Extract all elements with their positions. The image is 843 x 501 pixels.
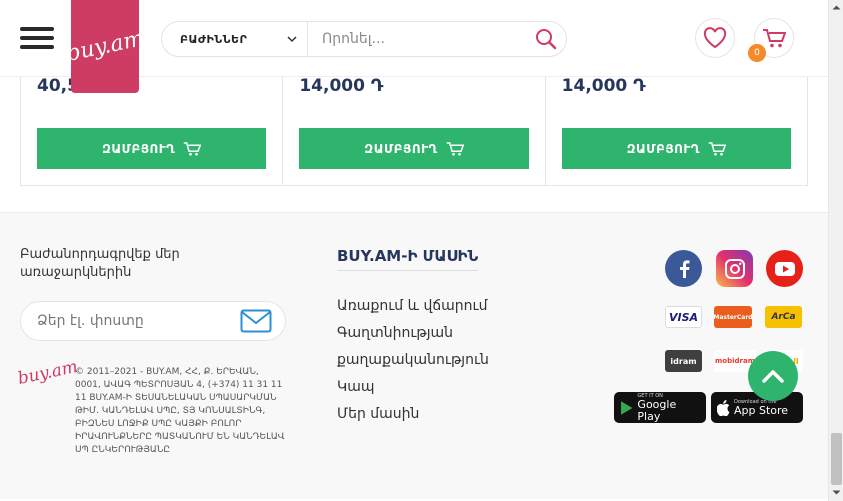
newsletter-form	[20, 301, 286, 341]
cart-icon	[446, 141, 464, 156]
chevron-up-icon	[762, 370, 784, 383]
site-footer: Բաժանորդագրվեք մեր առաջարկներին buy.am ©…	[0, 212, 828, 499]
app-store-large: App Store	[734, 403, 789, 417]
chevron-down-icon	[287, 35, 297, 42]
site-logo[interactable]: buy.am	[64, 0, 146, 93]
envelope-icon	[240, 309, 272, 333]
search-button[interactable]	[526, 22, 566, 56]
arca-logo: ArCa	[765, 306, 802, 328]
add-to-cart-button[interactable]: ԶԱՄԲՅՈՒՂ	[299, 128, 529, 169]
cart-icon	[763, 29, 786, 48]
product-price: 14,000 Դ	[561, 76, 646, 96]
play-icon	[620, 400, 633, 415]
facebook-icon[interactable]	[665, 250, 702, 287]
footer-link-contact[interactable]: Կապ	[337, 374, 489, 401]
subscribe-text: Բաժանորդագրվեք մեր առաջարկներին	[20, 247, 180, 280]
idram-logo: idram	[665, 350, 702, 372]
cart-icon	[708, 141, 726, 156]
app-store-button[interactable]: Download on the App Store	[711, 392, 803, 423]
cart-icon	[184, 141, 202, 156]
email-field[interactable]	[21, 313, 227, 329]
add-to-cart-label: ԶԱՄԲՅՈՒՂ	[102, 141, 176, 156]
footer-link-about[interactable]: Մեր մասին	[337, 401, 489, 428]
subscribe-button[interactable]	[227, 302, 285, 340]
about-links: Առաքում և վճարում Գաղտնիության քաղաքական…	[337, 293, 489, 428]
logo-text: buy.am	[63, 25, 147, 67]
mastercard-logo: MasterCard	[713, 306, 753, 328]
search-bar: ԲԱԺԻՆՆԵՐ	[161, 21, 567, 57]
footer-link-privacy[interactable]: Գաղտնիության	[337, 320, 489, 347]
menu-icon[interactable]	[20, 27, 54, 49]
scroll-up-arrow-icon[interactable]	[832, 4, 841, 10]
apple-icon	[717, 399, 730, 416]
footer-link-policy[interactable]: քաղաքականություն	[337, 347, 489, 374]
add-to-cart-button[interactable]: ԶԱՄԲՅՈՒՂ	[37, 128, 267, 169]
heart-icon	[703, 27, 727, 49]
add-to-cart-button[interactable]: ԶԱՄԲՅՈՒՂ	[561, 128, 791, 169]
add-to-cart-label: ԶԱՄԲՅՈՒՂ	[626, 141, 700, 156]
add-to-cart-label: ԶԱՄԲՅՈՒՂ	[364, 141, 438, 156]
cart-count-badge: 0	[748, 44, 766, 62]
search-icon	[536, 29, 557, 50]
google-play-button[interactable]: GET IT ON Google Play	[614, 392, 706, 423]
youtube-icon[interactable]	[766, 250, 803, 287]
page-scrollbar[interactable]	[828, 0, 843, 501]
instagram-icon[interactable]	[716, 250, 753, 287]
footer-logo[interactable]: buy.am	[16, 357, 80, 410]
about-heading: BUY.AM-Ի ՄԱՍԻՆ	[337, 247, 479, 271]
category-label: ԲԱԺԻՆՆԵՐ	[180, 32, 248, 46]
search-input[interactable]	[308, 22, 526, 56]
wishlist-button[interactable]	[695, 18, 735, 58]
scroll-down-arrow-icon[interactable]	[832, 490, 841, 496]
category-dropdown[interactable]: ԲԱԺԻՆՆԵՐ	[162, 22, 308, 56]
copyright-text: © 2011–2021 - BUY.AM, ՀՀ, Ք. ԵՐԵՎԱՆ, 000…	[75, 367, 285, 455]
scrollbar-thumb[interactable]	[831, 433, 842, 485]
google-play-large: Google Play	[637, 397, 677, 423]
visa-logo: VISA	[665, 306, 702, 328]
footer-link-delivery[interactable]: Առաքում և վճարում	[337, 293, 489, 320]
back-to-top-button[interactable]	[748, 351, 798, 401]
product-price: 14,000 Դ	[299, 76, 384, 96]
